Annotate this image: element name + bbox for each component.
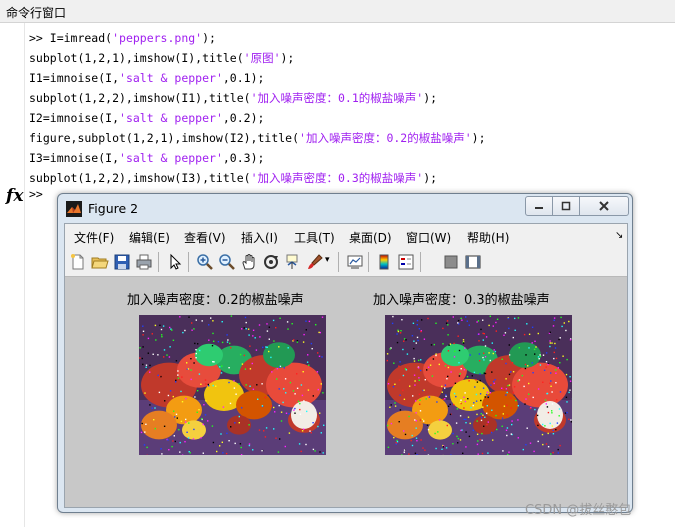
print-icon[interactable] [135,253,153,271]
figure-title: Figure 2 [88,201,139,216]
menu-tools[interactable]: 工具(T) [294,229,335,246]
code-text: I3=imnoise(I, [29,151,120,165]
figure-toolbar: ▾ [65,248,627,277]
brush-icon[interactable] [306,253,324,271]
code-text: subplot(1,2,2),imshow(I1),title( [29,91,251,105]
subplot-2-title: 加入噪声密度：0.3的椒盐噪声 [373,293,550,308]
command-prompt[interactable]: >> [29,187,43,201]
brush-dropdown-icon[interactable]: ▾ [325,255,333,273]
command-window-title: 命令行窗口 [6,6,67,20]
command-line: subplot(1,2,2),imshow(I1),title('加入噪声密度：… [29,88,486,108]
data-cursor-icon[interactable] [284,253,302,271]
new-file-icon[interactable] [69,253,87,271]
menu-desktop[interactable]: 桌面(D) [349,229,392,246]
menu-help[interactable]: 帮助(H) [467,229,509,246]
string-literal: '加入噪声密度：0.2的椒盐噪声' [299,131,472,145]
toolbar-separator [368,252,369,272]
command-window-gutter [0,23,25,527]
link-plot-icon[interactable] [346,253,364,271]
rotate-3d-icon[interactable] [262,253,280,271]
command-line: figure,subplot(1,2,1),imshow(I2),title('… [29,128,486,148]
close-button[interactable] [579,196,629,216]
code-text: ); [423,91,438,105]
save-icon[interactable] [113,253,131,271]
figure-titlebar[interactable]: Figure 2 [58,194,632,222]
pan-hand-icon[interactable] [240,253,258,271]
command-line: subplot(1,2,1),imshow(I),title('原图'); [29,48,486,68]
figure-client-area: 文件(F) 编辑(E) 查看(V) 插入(I) 工具(T) 桌面(D) 窗口(W… [64,223,628,508]
code-text: ); [202,31,216,45]
close-icon [599,201,609,211]
zoom-out-icon[interactable] [218,253,236,271]
maximize-icon [561,201,571,211]
code-text: ); [280,51,295,65]
code-text: ,0.3); [222,151,265,165]
menu-window[interactable]: 窗口(W) [406,229,451,246]
matlab-logo-icon [66,201,82,217]
menu-file[interactable]: 文件(F) [74,229,114,246]
hide-plot-tools-icon[interactable] [442,253,460,271]
subplot-2-image [385,315,572,455]
menu-insert[interactable]: 插入(I) [241,229,278,246]
menubar-dock-arrow-icon[interactable]: ↘ [615,230,623,241]
toolbar-separator [338,252,339,272]
command-line: I1=imnoise(I,'salt & pepper',0.1); [29,68,486,88]
toolbar-separator [158,252,159,272]
subplot-1-title: 加入噪声密度：0.2的椒盐噪声 [127,293,304,308]
string-literal: '原图' [243,51,281,65]
code-text: >> I=imread( [29,31,113,45]
code-text: figure,subplot(1,2,1),imshow(I2),title( [29,131,300,145]
code-text: subplot(1,2,1),imshow(I),title( [29,51,244,65]
code-text: subplot(1,2,2),imshow(I3),title( [29,171,251,185]
open-folder-icon[interactable] [91,253,109,271]
figure-menubar: 文件(F) 编辑(E) 查看(V) 插入(I) 工具(T) 桌面(D) 窗口(W… [65,224,627,248]
command-line: I3=imnoise(I,'salt & pepper',0.3); [29,148,486,168]
string-literal: 'peppers.png' [112,31,203,45]
command-line: >> I=imread('peppers.png'); [29,28,486,48]
string-literal: '加入噪声密度：0.3的椒盐噪声' [250,171,424,185]
minimize-icon [535,207,543,209]
menu-edit[interactable]: 编辑(E) [129,229,170,246]
command-line: I2=imnoise(I,'salt & pepper',0.2); [29,108,486,128]
command-window-titlebar: 命令行窗口 [0,0,675,23]
command-line: subplot(1,2,2),imshow(I3),title('加入噪声密度：… [29,168,486,188]
string-literal: 'salt & pepper' [119,111,223,125]
code-text: ); [471,131,486,145]
watermark: CSDN @拔丝憨包 [525,503,632,518]
figure-canvas[interactable]: 加入噪声密度：0.2的椒盐噪声 加入噪声密度：0.3的椒盐噪声 [65,277,627,507]
code-text: ,0.2); [222,111,265,125]
code-text: I1=imnoise(I, [29,71,120,85]
show-plot-tools-icon[interactable] [464,253,482,271]
legend-icon[interactable] [397,253,415,271]
code-text: ,0.1); [222,71,265,85]
figure-window: Figure 2 文件(F) 编辑(E) 查看(V) 插入(I) 工具(T) 桌… [57,193,633,513]
zoom-in-icon[interactable] [196,253,214,271]
pointer-icon[interactable] [166,253,184,271]
menu-view[interactable]: 查看(V) [184,229,226,246]
subplot-1-image [139,315,326,455]
function-browser-icon[interactable]: fx [6,186,23,206]
code-text: I2=imnoise(I, [29,111,120,125]
command-history: >> I=imread('peppers.png'); subplot(1,2,1… [29,28,486,188]
toolbar-separator [188,252,189,272]
string-literal: 'salt & pepper' [119,71,223,85]
maximize-button[interactable] [552,196,580,216]
toolbar-separator [420,252,421,272]
string-literal: '加入噪声密度：0.1的椒盐噪声' [250,91,424,105]
code-text: ); [423,171,438,185]
string-literal: 'salt & pepper' [119,151,223,165]
minimize-button[interactable] [525,196,553,216]
colorbar-icon[interactable] [375,253,393,271]
